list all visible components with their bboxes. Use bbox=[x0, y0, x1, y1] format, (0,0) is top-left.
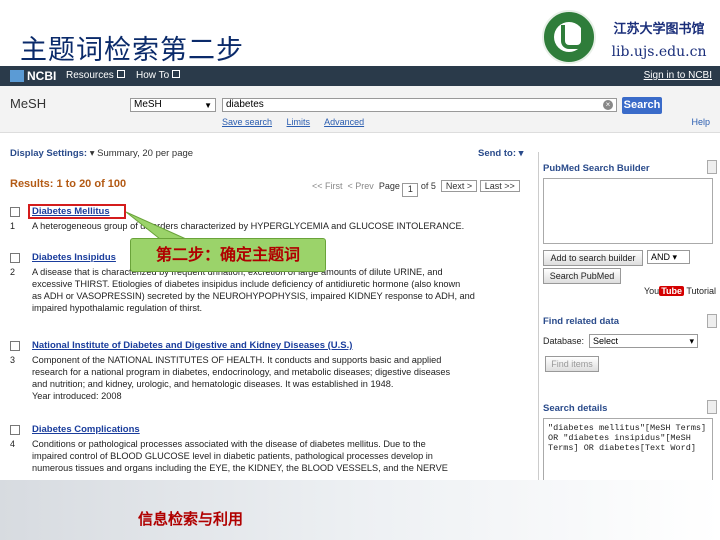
search-details-title: Search details bbox=[543, 403, 608, 414]
chevron-down-icon: ▾ bbox=[516, 148, 524, 159]
slide-footer: 信息检索与利用 bbox=[0, 480, 720, 540]
year-introduced: Year introduced: 2008 bbox=[32, 391, 122, 401]
result-description-line: Conditions or pathological processes ass… bbox=[32, 439, 426, 449]
resources-menu[interactable]: Resources bbox=[66, 70, 125, 81]
result-description-line: as ADH or VASOPRESSIN) secreted by the N… bbox=[32, 291, 475, 301]
find-items-button[interactable]: Find items bbox=[545, 356, 599, 372]
highlight-box bbox=[28, 204, 126, 219]
tutorial-label: Tutorial bbox=[686, 286, 717, 296]
display-settings-link[interactable]: Display Settings: bbox=[10, 148, 87, 159]
boolean-operator-select[interactable]: AND ▾ bbox=[647, 250, 690, 264]
boolean-operator-value: AND bbox=[651, 252, 671, 262]
search-details-query: "diabetes mellitus"[MeSH Terms] OR "diab… bbox=[548, 423, 707, 453]
result-item: 3 National Institute of Diabetes and Dig… bbox=[10, 340, 530, 404]
last-page-button[interactable]: Last >> bbox=[479, 180, 520, 192]
dropdown-arrow-icon: ▾ bbox=[689, 336, 694, 346]
result-checkbox[interactable] bbox=[10, 341, 20, 351]
search-input-value: diabetes bbox=[226, 99, 264, 110]
search-button[interactable]: Search bbox=[622, 97, 662, 114]
send-to-label: Send to: bbox=[478, 148, 516, 159]
youtube-icon: Tube bbox=[659, 286, 685, 296]
university-logo-icon bbox=[542, 10, 596, 64]
youtube-tutorial-link[interactable]: You Tube Tutorial bbox=[644, 286, 716, 296]
page-number-input[interactable]: 1 bbox=[402, 183, 419, 197]
database-select-value: MeSH bbox=[134, 99, 162, 110]
save-search-link[interactable]: Save search bbox=[222, 117, 272, 127]
page-total: of 5 bbox=[420, 181, 436, 191]
first-page-link[interactable]: << First bbox=[312, 181, 343, 191]
search-builder-box[interactable] bbox=[543, 178, 713, 244]
result-number: 3 bbox=[10, 355, 16, 365]
youtube-you-text: You bbox=[644, 286, 660, 296]
result-number: 1 bbox=[10, 221, 16, 231]
result-title-link[interactable]: National Institute of Diabetes and Diges… bbox=[32, 340, 352, 352]
limits-link[interactable]: Limits bbox=[287, 117, 311, 127]
collapse-toggle-icon[interactable] bbox=[707, 314, 717, 328]
result-description-line: excessive THIRST. Etiologies of diabetes… bbox=[32, 279, 461, 289]
footer-title: 信息检索与利用 bbox=[138, 510, 244, 528]
result-number: 2 bbox=[10, 267, 16, 277]
result-description-line: numerous tissues and organs including th… bbox=[32, 463, 448, 473]
help-link[interactable]: Help bbox=[691, 117, 710, 127]
result-description-line: impaired hypothalamic regulation of thir… bbox=[32, 303, 203, 313]
result-checkbox[interactable] bbox=[10, 425, 20, 435]
result-item: 4 Diabetes Complications Conditions or p… bbox=[10, 424, 530, 478]
result-description-line: and nutrition; and kidney, urologic, and… bbox=[32, 379, 394, 389]
result-description: A heterogeneous group of disorders chara… bbox=[32, 221, 465, 231]
result-description-line: impaired control of BLOOD GLUCOSE level … bbox=[32, 451, 433, 461]
search-details-textarea[interactable]: "diabetes mellitus"[MeSH Terms] OR "diab… bbox=[543, 418, 713, 482]
prev-page-link[interactable]: < Prev bbox=[348, 181, 374, 191]
collapse-toggle-icon[interactable] bbox=[707, 160, 717, 174]
resources-label: Resources bbox=[66, 70, 114, 81]
callout-annotation: 第二步：确定主题词 bbox=[130, 238, 326, 272]
ncbi-top-bar: NCBI Resources How To Sign in to NCBI bbox=[0, 66, 720, 86]
result-number: 4 bbox=[10, 439, 16, 449]
library-name: 江苏大学图书馆 bbox=[613, 22, 705, 37]
chevron-down-icon: ▾ bbox=[87, 148, 98, 159]
database-label: Database: bbox=[543, 336, 585, 346]
results-count: Results: 1 to 20 of 100 bbox=[10, 178, 127, 190]
database-select[interactable]: MeSH ▼ bbox=[130, 98, 216, 112]
next-page-button[interactable]: Next > bbox=[440, 180, 478, 192]
pager: << First < Prev Page 1 of 5 Next > Last … bbox=[312, 180, 520, 197]
result-title-link[interactable]: Diabetes Complications bbox=[32, 424, 140, 436]
ncbi-logo-text: NCBI bbox=[27, 69, 57, 83]
how-to-label: How To bbox=[136, 70, 170, 81]
ncbi-logo-icon bbox=[10, 70, 24, 82]
clear-icon[interactable]: × bbox=[603, 100, 613, 110]
related-data-title: Find related data bbox=[543, 316, 620, 327]
send-to-menu[interactable]: Send to: ▾ bbox=[478, 148, 523, 159]
search-sub-links: Save search Limits Advanced bbox=[222, 117, 376, 127]
dropdown-arrow-icon: ▼ bbox=[204, 101, 212, 110]
related-database-value: Select bbox=[593, 336, 619, 346]
slide-title: 主题词检索第二步 bbox=[20, 35, 244, 66]
search-pubmed-button[interactable]: Search PubMed bbox=[543, 268, 621, 284]
chevron-down-icon bbox=[116, 70, 125, 78]
result-checkbox[interactable] bbox=[10, 253, 20, 263]
result-description-line: research for a national program in diabe… bbox=[32, 367, 451, 377]
result-title-link[interactable]: Diabetes Insipidus bbox=[32, 252, 116, 264]
search-bar: MeSH MeSH ▼ diabetes × Search Save search … bbox=[0, 86, 720, 133]
collapse-toggle-icon[interactable] bbox=[707, 400, 717, 414]
sign-in-link[interactable]: Sign in to NCBI bbox=[644, 70, 712, 81]
library-url: lib.ujs.edu.cn bbox=[611, 44, 707, 60]
related-database-select[interactable]: Select ▾ bbox=[589, 334, 698, 348]
ncbi-logo[interactable]: NCBI bbox=[10, 69, 56, 83]
add-to-search-builder-button[interactable]: Add to search builder bbox=[543, 250, 643, 266]
chevron-down-icon bbox=[172, 70, 181, 78]
display-settings-row: Display Settings: ▾ Summary, 20 per page bbox=[10, 148, 528, 159]
search-input[interactable]: diabetes × bbox=[222, 98, 617, 112]
display-format: Summary, 20 per page bbox=[97, 148, 194, 159]
result-checkbox[interactable] bbox=[10, 207, 20, 217]
search-builder-title: PubMed Search Builder bbox=[543, 163, 650, 174]
page-label: Page bbox=[378, 181, 400, 191]
advanced-link[interactable]: Advanced bbox=[324, 117, 364, 127]
how-to-menu[interactable]: How To bbox=[136, 70, 181, 81]
result-description-line: Component of the NATIONAL INSTITUTES OF … bbox=[32, 355, 442, 365]
right-panel: PubMed Search Builder Add to search buil… bbox=[538, 152, 717, 482]
database-name: MeSH bbox=[10, 96, 47, 111]
